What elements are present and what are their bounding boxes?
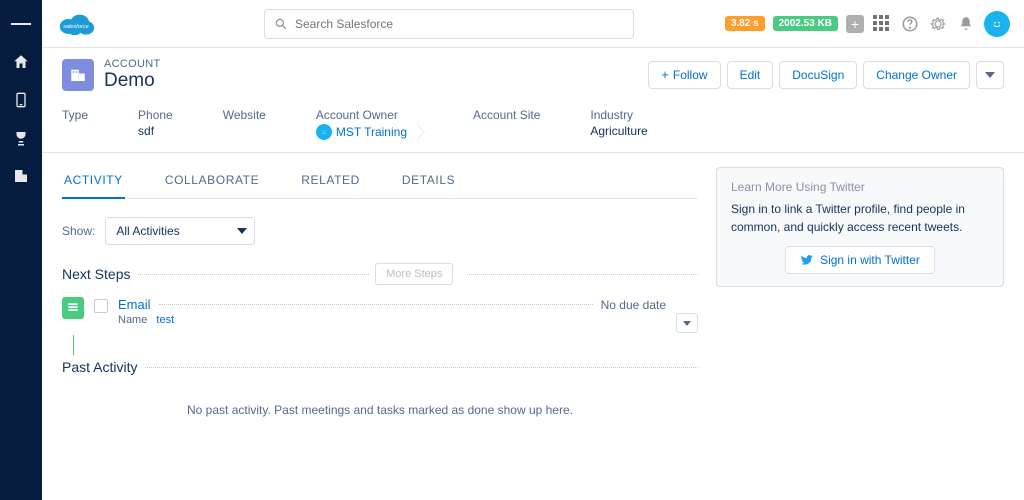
record-fields-strip: Type Phone sdf Website Account Owner MST… <box>42 100 1024 152</box>
account-entity-icon <box>62 59 94 91</box>
past-activity-empty: No past activity. Past meetings and task… <box>62 403 698 417</box>
field-type: Type <box>62 108 88 140</box>
task-title-link[interactable]: Email <box>118 297 151 312</box>
mobile-icon[interactable] <box>11 90 31 110</box>
app-launcher-icon[interactable] <box>872 14 892 34</box>
add-icon[interactable]: + <box>846 15 864 33</box>
global-search-input[interactable] <box>264 9 634 39</box>
change-owner-button[interactable]: Change Owner <box>863 61 970 89</box>
record-tabs: ACTIVITY COLLABORATE RELATED DETAILS <box>62 167 698 199</box>
task-name-label: Name <box>118 314 147 326</box>
twitter-signin-button[interactable]: Sign in with Twitter <box>785 246 935 274</box>
task-name-link[interactable]: test <box>156 314 174 326</box>
chevron-down-icon <box>237 228 247 234</box>
salesforce-logo[interactable]: salesforce <box>56 10 96 38</box>
activity-filter-select[interactable]: All Activities <box>105 217 255 245</box>
topbar: salesforce 3.82 s 2002.53 KB + <box>42 0 1024 48</box>
perf-size-badge: 2002.53 KB <box>773 16 838 31</box>
trophy-icon[interactable] <box>11 128 31 148</box>
left-nav <box>0 0 42 500</box>
notifications-icon[interactable] <box>956 14 976 34</box>
user-avatar[interactable] <box>984 11 1010 37</box>
tab-details[interactable]: DETAILS <box>400 167 457 198</box>
section-past-activity: Past Activity <box>62 359 137 375</box>
record-header: ACCOUNT Demo +Follow Edit DocuSign Chang… <box>42 48 1024 100</box>
search-icon <box>274 17 288 31</box>
task-due-date: No due date <box>601 298 666 312</box>
twitter-card-desc: Sign in to link a Twitter profile, find … <box>731 200 989 236</box>
help-icon[interactable] <box>900 14 920 34</box>
tab-activity[interactable]: ACTIVITY <box>62 167 125 199</box>
building-icon[interactable] <box>11 166 31 186</box>
docusign-button[interactable]: DocuSign <box>779 61 857 89</box>
field-phone: Phone sdf <box>138 108 173 140</box>
task-row: Email No due date Name test <box>62 297 698 333</box>
owner-link[interactable]: MST Training <box>316 124 423 140</box>
svg-text:salesforce: salesforce <box>63 23 89 29</box>
section-next-steps: Next Steps <box>62 266 130 282</box>
more-actions-button[interactable] <box>976 61 1004 89</box>
settings-icon[interactable] <box>928 14 948 34</box>
owner-avatar-icon <box>316 124 332 140</box>
timeline-connector <box>73 335 74 355</box>
task-expand-button[interactable] <box>676 313 698 333</box>
tab-related[interactable]: RELATED <box>299 167 362 198</box>
record-type-label: ACCOUNT <box>104 58 161 70</box>
twitter-icon <box>800 253 814 267</box>
twitter-card: Learn More Using Twitter Sign in to link… <box>716 167 1004 287</box>
perf-time-badge: 3.82 s <box>725 16 765 31</box>
task-type-icon <box>62 297 84 319</box>
hamburger-icon[interactable] <box>11 14 31 34</box>
field-account-owner: Account Owner MST Training <box>316 108 423 140</box>
more-steps-button[interactable]: More Steps <box>375 263 453 285</box>
tab-collaborate[interactable]: COLLABORATE <box>163 167 261 198</box>
field-account-site: Account Site <box>473 108 540 140</box>
field-industry: Industry Agriculture <box>590 108 647 140</box>
owner-change-icon[interactable] <box>411 125 425 139</box>
task-checkbox[interactable] <box>94 299 108 313</box>
field-website: Website <box>223 108 266 140</box>
home-icon[interactable] <box>11 52 31 72</box>
twitter-card-title: Learn More Using Twitter <box>731 180 989 194</box>
follow-button[interactable]: +Follow <box>648 61 720 89</box>
record-name: Demo <box>104 70 161 92</box>
show-label: Show: <box>62 224 95 238</box>
edit-button[interactable]: Edit <box>727 61 774 89</box>
